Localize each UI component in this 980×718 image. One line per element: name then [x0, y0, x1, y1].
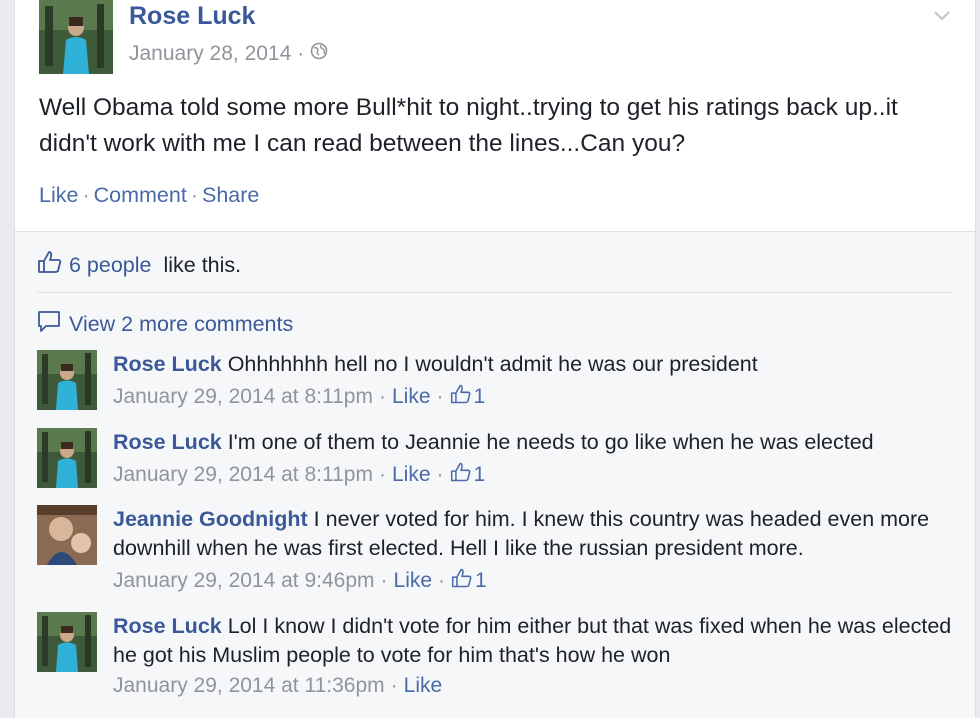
comment-like-link[interactable]: Like — [404, 674, 443, 698]
comment-text: I'm one of them to Jeannie he needs to g… — [221, 430, 874, 454]
post-actions: Like · Comment · Share — [39, 183, 259, 208]
comment-body: Rose Luck Ohhhhhhh hell no I wouldn't ad… — [113, 350, 953, 411]
like-count-number: 1 — [473, 463, 486, 486]
commenter-avatar[interactable] — [37, 505, 97, 565]
dot-separator: · — [190, 183, 198, 207]
like-link[interactable]: Like — [39, 183, 78, 207]
comment-text-block: Rose Luck Lol I know I didn't vote for h… — [113, 612, 953, 670]
post-meta: January 28, 2014 · — [129, 42, 328, 66]
dot-separator: · — [390, 674, 398, 697]
likes-summary: 6 people like this. — [37, 250, 241, 280]
dot-separator: · — [436, 385, 444, 408]
comment-bubble-icon — [37, 309, 61, 339]
likes-suffix: like this. — [157, 252, 242, 277]
dot-separator: · — [378, 463, 386, 486]
comment-meta: January 29, 2014 at 8:11pm · Like · 1 — [113, 383, 953, 411]
comment-text-block: Rose Luck Ohhhhhhh hell no I wouldn't ad… — [113, 350, 953, 379]
dot-separator: · — [378, 385, 386, 408]
comment-like-link[interactable]: Like — [392, 463, 431, 487]
comment-date[interactable]: January 29, 2014 at 8:11pm — [113, 463, 373, 487]
thumbs-up-icon — [451, 567, 473, 595]
comment-like-link[interactable]: Like — [392, 385, 431, 409]
comment-meta: January 29, 2014 at 9:46pm · Like · 1 — [113, 567, 953, 595]
dot-separator: · — [438, 569, 446, 592]
commenter-name[interactable]: Jeannie Goodnight — [113, 507, 308, 531]
like-count-number: 1 — [473, 385, 486, 408]
comment-meta: January 29, 2014 at 11:36pm · Like — [113, 674, 953, 698]
dot-separator: · — [82, 183, 90, 207]
comment-body: Rose Luck Lol I know I didn't vote for h… — [113, 612, 953, 698]
commenter-avatar[interactable] — [37, 612, 97, 672]
comment-date[interactable]: January 29, 2014 at 8:11pm — [113, 385, 373, 409]
view-more-label[interactable]: View 2 more comments — [69, 312, 293, 337]
thumbs-up-icon — [450, 461, 472, 489]
commenter-name[interactable]: Rose Luck — [113, 430, 222, 454]
post-text: Well Obama told some more Bull*hit to ni… — [39, 94, 898, 157]
comment-date[interactable]: January 29, 2014 at 11:36pm — [113, 674, 385, 698]
share-link[interactable]: Share — [202, 183, 259, 207]
comment-body: Rose Luck I'm one of them to Jeannie he … — [113, 428, 953, 489]
meta-separator: · — [297, 42, 305, 65]
comment-meta: January 29, 2014 at 8:11pm · Like · 1 — [113, 461, 953, 489]
commenter-avatar[interactable] — [37, 350, 97, 410]
commenter-avatar[interactable] — [37, 428, 97, 488]
comment-like-count[interactable]: 1 — [451, 567, 487, 595]
chevron-down-icon[interactable] — [931, 4, 953, 26]
comment-text-block: Jeannie Goodnight I never voted for him.… — [113, 505, 953, 563]
comment-text: Ohhhhhhh hell no I wouldn't admit he was… — [221, 352, 758, 376]
comment-like-count[interactable]: 1 — [450, 383, 486, 411]
view-more-comments[interactable]: View 2 more comments — [37, 309, 293, 339]
dot-separator: · — [380, 569, 388, 592]
commenter-name[interactable]: Rose Luck — [113, 614, 222, 638]
comment-link[interactable]: Comment — [94, 183, 187, 207]
post-date[interactable]: January 28, 2014 — [129, 42, 291, 66]
comment-text-block: Rose Luck I'm one of them to Jeannie he … — [113, 428, 953, 457]
thumbs-up-icon — [450, 383, 472, 411]
author-avatar[interactable] — [39, 0, 113, 74]
comment-like-link[interactable]: Like — [394, 569, 433, 593]
thumbs-up-icon — [37, 250, 63, 280]
divider — [37, 292, 953, 293]
like-count-number: 1 — [475, 569, 487, 592]
comment-date[interactable]: January 29, 2014 at 9:46pm — [113, 569, 375, 593]
commenter-name[interactable]: Rose Luck — [113, 352, 222, 376]
post-author-name[interactable]: Rose Luck — [129, 2, 255, 31]
comment-body: Jeannie Goodnight I never voted for him.… — [113, 505, 953, 595]
comment-like-count[interactable]: 1 — [450, 461, 486, 489]
dot-separator: · — [436, 463, 444, 486]
feedback-section: 6 people like this. View 2 more comments… — [15, 231, 975, 718]
comment-text: Lol I know I didn't vote for him either … — [113, 614, 952, 667]
likers-link[interactable]: 6 people — [69, 253, 152, 278]
globe-icon[interactable] — [310, 42, 328, 66]
post-card: Rose Luck January 28, 2014 · Well Obama … — [14, 0, 976, 718]
